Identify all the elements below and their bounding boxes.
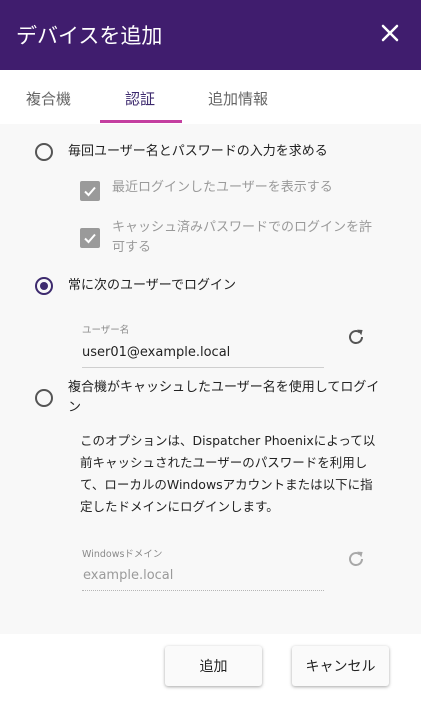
active-tab-indicator xyxy=(100,120,182,123)
cancel-button[interactable]: キャンセル xyxy=(292,646,389,686)
windows-domain-input-underline xyxy=(82,590,324,591)
radio-always-login-as[interactable] xyxy=(35,277,53,295)
checkbox-label-show-last-login: 最近ログインしたユーザーを表示する xyxy=(112,180,333,195)
username-field-label: ユーザー名 xyxy=(82,325,130,336)
radio-use-cached-username[interactable] xyxy=(35,389,53,407)
tab-mfp[interactable]: 複合機 xyxy=(26,88,71,109)
tab-bar: 複合機 認証 追加情報 xyxy=(0,70,421,125)
cached-username-description: このオプションは、Dispatcher Phoenixによって以前キャッシュされ… xyxy=(80,433,376,514)
add-button[interactable]: 追加 xyxy=(165,646,262,686)
windows-domain-field-label: Windowsドメイン xyxy=(82,549,163,560)
refresh-username-icon[interactable] xyxy=(345,326,367,348)
add-device-dialog: デバイスを追加 複合機 認証 追加情報 毎回ユーザー名とパスワードの入力を求める… xyxy=(0,0,421,702)
windows-domain-input[interactable]: example.local xyxy=(83,568,173,583)
dialog-footer: 追加 キャンセル xyxy=(0,634,421,702)
option-label-prompt-each-time: 毎回ユーザー名とパスワードの入力を求める xyxy=(68,144,328,159)
close-icon[interactable] xyxy=(379,22,401,44)
auth-options-panel: 毎回ユーザー名とパスワードの入力を求める 最近ログインしたユーザーを表示する キ… xyxy=(0,124,421,634)
tab-authentication[interactable]: 認証 xyxy=(125,88,155,109)
dialog-title: デバイスを追加 xyxy=(16,24,163,48)
tab-additional-info[interactable]: 追加情報 xyxy=(208,88,268,109)
refresh-domain-icon[interactable] xyxy=(345,548,367,570)
username-input[interactable]: user01@example.local xyxy=(82,345,230,360)
checkbox-label-allow-cached-password: キャッシュ済みパスワードでのログインを許可する xyxy=(112,220,373,255)
checkbox-allow-cached-password[interactable] xyxy=(80,228,100,248)
radio-prompt-each-time[interactable] xyxy=(35,143,53,161)
checkbox-show-last-login[interactable] xyxy=(80,181,100,201)
option-label-always-login-as: 常に次のユーザーでログイン xyxy=(68,278,236,293)
dialog-header: デバイスを追加 xyxy=(0,0,421,70)
option-label-use-cached-username: 複合機がキャッシュしたユーザー名を使用してログイン xyxy=(68,380,380,415)
username-input-underline xyxy=(82,367,324,368)
